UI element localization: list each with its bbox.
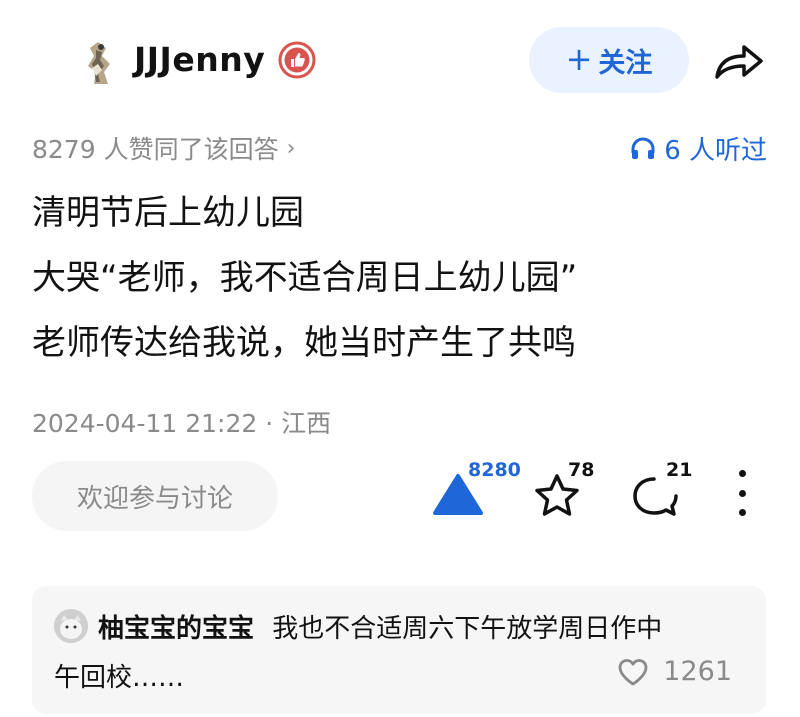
stats-row: 8279 人赞同了该回答 › 6 人听过: [32, 130, 767, 166]
headphones-icon: [631, 137, 655, 159]
comment-count: 21: [666, 459, 693, 481]
answer-content: 清明节后上幼儿园 大哭“老师，我不适合周日上幼儿园” 老师传达给我说，她当时产生…: [32, 190, 772, 385]
answer-timestamp: 2024-04-11 21:22 · 江西: [32, 409, 332, 438]
favorite-button[interactable]: 78: [528, 455, 608, 525]
heart-icon: [618, 658, 648, 685]
upvote-button[interactable]: 8280: [432, 455, 532, 525]
top-comment-card[interactable]: 柚宝宝的宝宝 我也不合适周六下午放学周日作中 午回校…… 1261: [32, 586, 766, 714]
favorite-count: 78: [568, 459, 595, 481]
answer-line: 老师传达给我说，她当时产生了共鸣: [32, 323, 576, 363]
follow-button[interactable]: + 关注: [529, 27, 689, 93]
plus-icon: +: [565, 39, 593, 78]
likes-summary-text: 8279 人赞同了该回答: [32, 135, 279, 164]
comment-like-button[interactable]: 1261: [617, 656, 732, 687]
commenter-name[interactable]: 柚宝宝的宝宝: [98, 614, 254, 644]
likes-summary-link[interactable]: 8279 人赞同了该回答 ›: [32, 130, 295, 166]
dot: [738, 489, 746, 497]
listen-count-text: 6 人听过: [664, 136, 767, 166]
upvote-count: 8280: [468, 459, 521, 481]
listen-count[interactable]: 6 人听过: [630, 130, 767, 167]
user-avatar[interactable]: [80, 38, 120, 88]
join-discussion-input[interactable]: 欢迎参与讨论: [32, 461, 278, 531]
thumbs-up-badge-icon: [278, 41, 316, 79]
comment-first-line: 柚宝宝的宝宝 我也不合适周六下午放学周日作中: [98, 608, 662, 645]
answer-header: JJJenny + 关注: [0, 0, 800, 120]
dot: [738, 509, 746, 516]
comment-text-continued: 午回校……: [54, 663, 185, 693]
username[interactable]: JJJenny: [134, 40, 265, 79]
comment-text: 我也不合适周六下午放学周日作中: [272, 614, 663, 644]
comment-like-count: 1261: [663, 656, 732, 687]
follow-label: 关注: [598, 47, 653, 79]
commenter-avatar[interactable]: [54, 609, 88, 643]
comment-button[interactable]: 21: [628, 455, 708, 525]
chevron-right-icon: ›: [286, 135, 296, 161]
more-dots-icon[interactable]: [730, 470, 754, 516]
dot: [738, 470, 746, 477]
share-arrow-icon[interactable]: [712, 41, 766, 81]
answer-line: 大哭“老师，我不适合周日上幼儿园”: [32, 258, 578, 298]
answer-line: 清明节后上幼儿园: [32, 193, 304, 233]
